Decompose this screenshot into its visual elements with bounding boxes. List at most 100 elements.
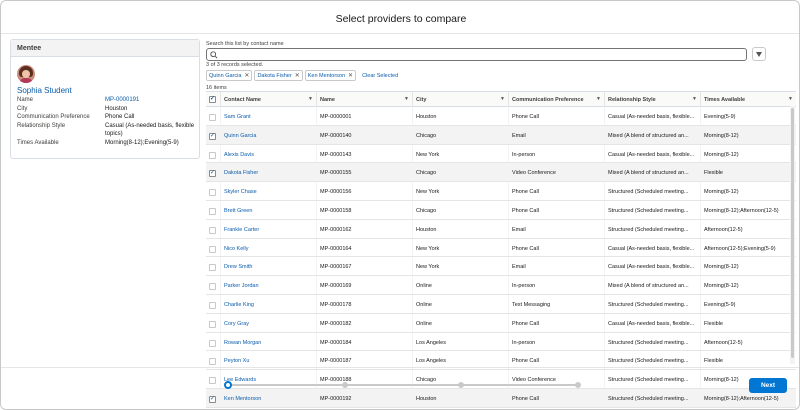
select-all-checkbox[interactable]: [209, 95, 216, 103]
field-label: Relationship Style: [17, 122, 66, 129]
search-input[interactable]: [220, 50, 740, 60]
row-checkbox[interactable]: [209, 339, 216, 347]
row-checkbox[interactable]: [209, 377, 216, 385]
progress-step[interactable]: [224, 381, 232, 389]
row-checkbox[interactable]: [209, 358, 216, 366]
table-row[interactable]: Quinn GarciaMP-0000140ChicagoEmailMixed …: [206, 125, 796, 145]
selected-pill[interactable]: Quinn Garcia ✕: [206, 70, 253, 81]
city-cell: New York: [413, 144, 509, 163]
relationship-style-cell: Structured (Scheduled meeting...: [605, 200, 701, 219]
row-checkbox[interactable]: [209, 283, 216, 291]
contact-name-link[interactable]: Frankie Carter: [221, 219, 317, 238]
column-header-communication-preference[interactable]: Communication Preference ▼: [509, 92, 605, 106]
progress-step[interactable]: [458, 382, 465, 388]
table-row[interactable]: Frankie Carter MP-0000162 Houston Email Stru…: [206, 219, 796, 239]
close-icon[interactable]: ✕: [295, 72, 300, 79]
chevron-down-icon[interactable]: ▼: [308, 96, 313, 102]
relationship-style-cell: Structured (Scheduled meeting...: [605, 332, 701, 351]
progress-step[interactable]: [341, 382, 348, 388]
table-row[interactable]: Alexis Davis MP-0000143 New York In-person C…: [206, 144, 796, 164]
relationship-style-cell: Mixed (A blend of structured an...: [605, 163, 701, 182]
contact-name-link[interactable]: Parker Jordan: [221, 276, 317, 294]
contact-name-link[interactable]: Drew Smith: [221, 257, 317, 276]
scrollbar-thumb[interactable]: [791, 108, 794, 358]
chevron-down-icon[interactable]: ▼: [404, 96, 409, 102]
communication-cell: In-person: [509, 332, 605, 351]
selected-pill[interactable]: Ken Mentorson ✕: [304, 70, 357, 81]
chevron-down-icon[interactable]: ▼: [500, 96, 505, 102]
city-cell: Houston: [413, 388, 509, 407]
row-checkbox[interactable]: [209, 189, 216, 197]
communication-cell: Video Conference: [509, 163, 605, 182]
table-row[interactable]: Rowan Morgan MP-0000184 Los Angeles In-pers…: [206, 332, 796, 352]
contact-name-link[interactable]: Ken Mentorson: [221, 388, 317, 407]
city-cell: Los Angeles: [413, 332, 509, 351]
city-cell: Houston: [413, 219, 509, 238]
contact-name-link[interactable]: Sam Grant: [221, 107, 317, 125]
chevron-down-icon[interactable]: ▼: [692, 96, 697, 102]
times-available-cell: Evening(5-9): [704, 114, 736, 120]
search-label: Search this list by contact name: [206, 41, 284, 47]
contact-name-link[interactable]: Rowan Morgan: [221, 332, 317, 351]
table-row[interactable]: Parker Jordan MP-0000169 Online In-person Mi…: [206, 276, 796, 295]
row-checkbox[interactable]: [209, 151, 216, 159]
mentee-name-link[interactable]: Sophia Student: [17, 86, 72, 95]
row-checkbox-cell: [206, 313, 221, 332]
chevron-down-icon[interactable]: ▼: [788, 96, 793, 102]
contact-name-link[interactable]: Nico Kelly: [221, 238, 317, 257]
close-icon[interactable]: ✕: [244, 72, 249, 79]
table-row[interactable]: Skyler Chase MP-0000156 New York Phone Call…: [206, 182, 796, 201]
column-header-name[interactable]: Name ▼: [317, 92, 413, 106]
column-header-times-available[interactable]: Times Available ▼: [701, 92, 796, 106]
record-name-cell: MP-0000001: [317, 107, 413, 125]
row-checkbox-cell: [206, 276, 221, 294]
table-row[interactable]: Cory Gray MP-0000182 Online Phone Call Casua…: [206, 313, 796, 333]
communication-cell: Phone Call: [509, 200, 605, 219]
field-label: Name: [17, 97, 34, 103]
column-header-city[interactable]: City ▼: [413, 92, 509, 106]
city-cell: Chicago: [413, 125, 509, 144]
row-checkbox[interactable]: [209, 226, 216, 234]
contact-name-link[interactable]: Skyler Chase: [221, 182, 317, 200]
progress-step[interactable]: [575, 382, 581, 388]
row-checkbox[interactable]: [209, 207, 216, 215]
row-checkbox[interactable]: [209, 114, 216, 121]
table-row[interactable]: Ken MentorsonMP-0000192HoustonPhone Call…: [206, 388, 796, 408]
row-checkbox[interactable]: [209, 264, 216, 272]
table-row[interactable]: Brett Green MP-0000158 Chicago Phone Call St…: [206, 200, 796, 220]
table-scrollbar[interactable]: [790, 106, 795, 364]
record-name-cell: MP-0000162: [317, 219, 413, 238]
contact-name-link[interactable]: Quinn Garcia: [221, 125, 317, 144]
clear-selected-link[interactable]: Clear Selected: [362, 73, 398, 79]
column-header-relationship-style[interactable]: Relationship Style ▼: [605, 92, 701, 106]
row-checkbox[interactable]: [209, 301, 216, 309]
mentee-field-name: Name MP-0000191: [17, 96, 197, 105]
communication-cell: Phone Call: [509, 238, 605, 257]
row-checkbox[interactable]: [209, 245, 216, 253]
chevron-down-icon[interactable]: ▼: [596, 96, 601, 102]
row-checkbox-cell: [206, 163, 221, 182]
table-row[interactable]: Charlie King MP-0000178 Online Text Messagi…: [206, 294, 796, 314]
filter-dropdown-button[interactable]: [752, 47, 766, 61]
row-checkbox[interactable]: [209, 395, 216, 403]
next-button[interactable]: Next: [749, 378, 787, 393]
table-row[interactable]: Nico Kelly MP-0000164 New York Phone Call Ca…: [206, 238, 796, 258]
row-checkbox[interactable]: [209, 169, 216, 178]
row-checkbox[interactable]: [209, 320, 216, 328]
field-value-link[interactable]: MP-0000191: [105, 96, 195, 105]
column-header-contact-name[interactable]: Contact Name ▼: [221, 92, 317, 106]
search-icon: [210, 51, 218, 59]
contact-name-link[interactable]: Cory Gray: [221, 313, 317, 332]
contact-name-link[interactable]: Alexis Davis: [221, 144, 317, 163]
contact-name-link[interactable]: Brett Green: [221, 200, 317, 219]
table-row[interactable]: Drew Smith MP-0000167 New York Email Casual …: [206, 257, 796, 277]
table-row[interactable]: Sam Grant MP-0000001 Houston Phone Call Casu…: [206, 107, 796, 126]
row-checkbox[interactable]: [209, 132, 216, 140]
contact-name-link[interactable]: Charlie King: [221, 294, 317, 313]
relationship-style-cell: Casual (As-needed basis, flexible...: [605, 107, 701, 125]
times-available-cell: Afternoon(12-5): [704, 226, 743, 233]
selected-pill[interactable]: Dakota Fisher ✕: [254, 70, 303, 81]
close-icon[interactable]: ✕: [348, 72, 353, 79]
table-row[interactable]: Dakota FisherMP-0000155ChicagoVideo Conf…: [206, 163, 796, 183]
contact-name-link[interactable]: Dakota Fisher: [221, 163, 317, 182]
